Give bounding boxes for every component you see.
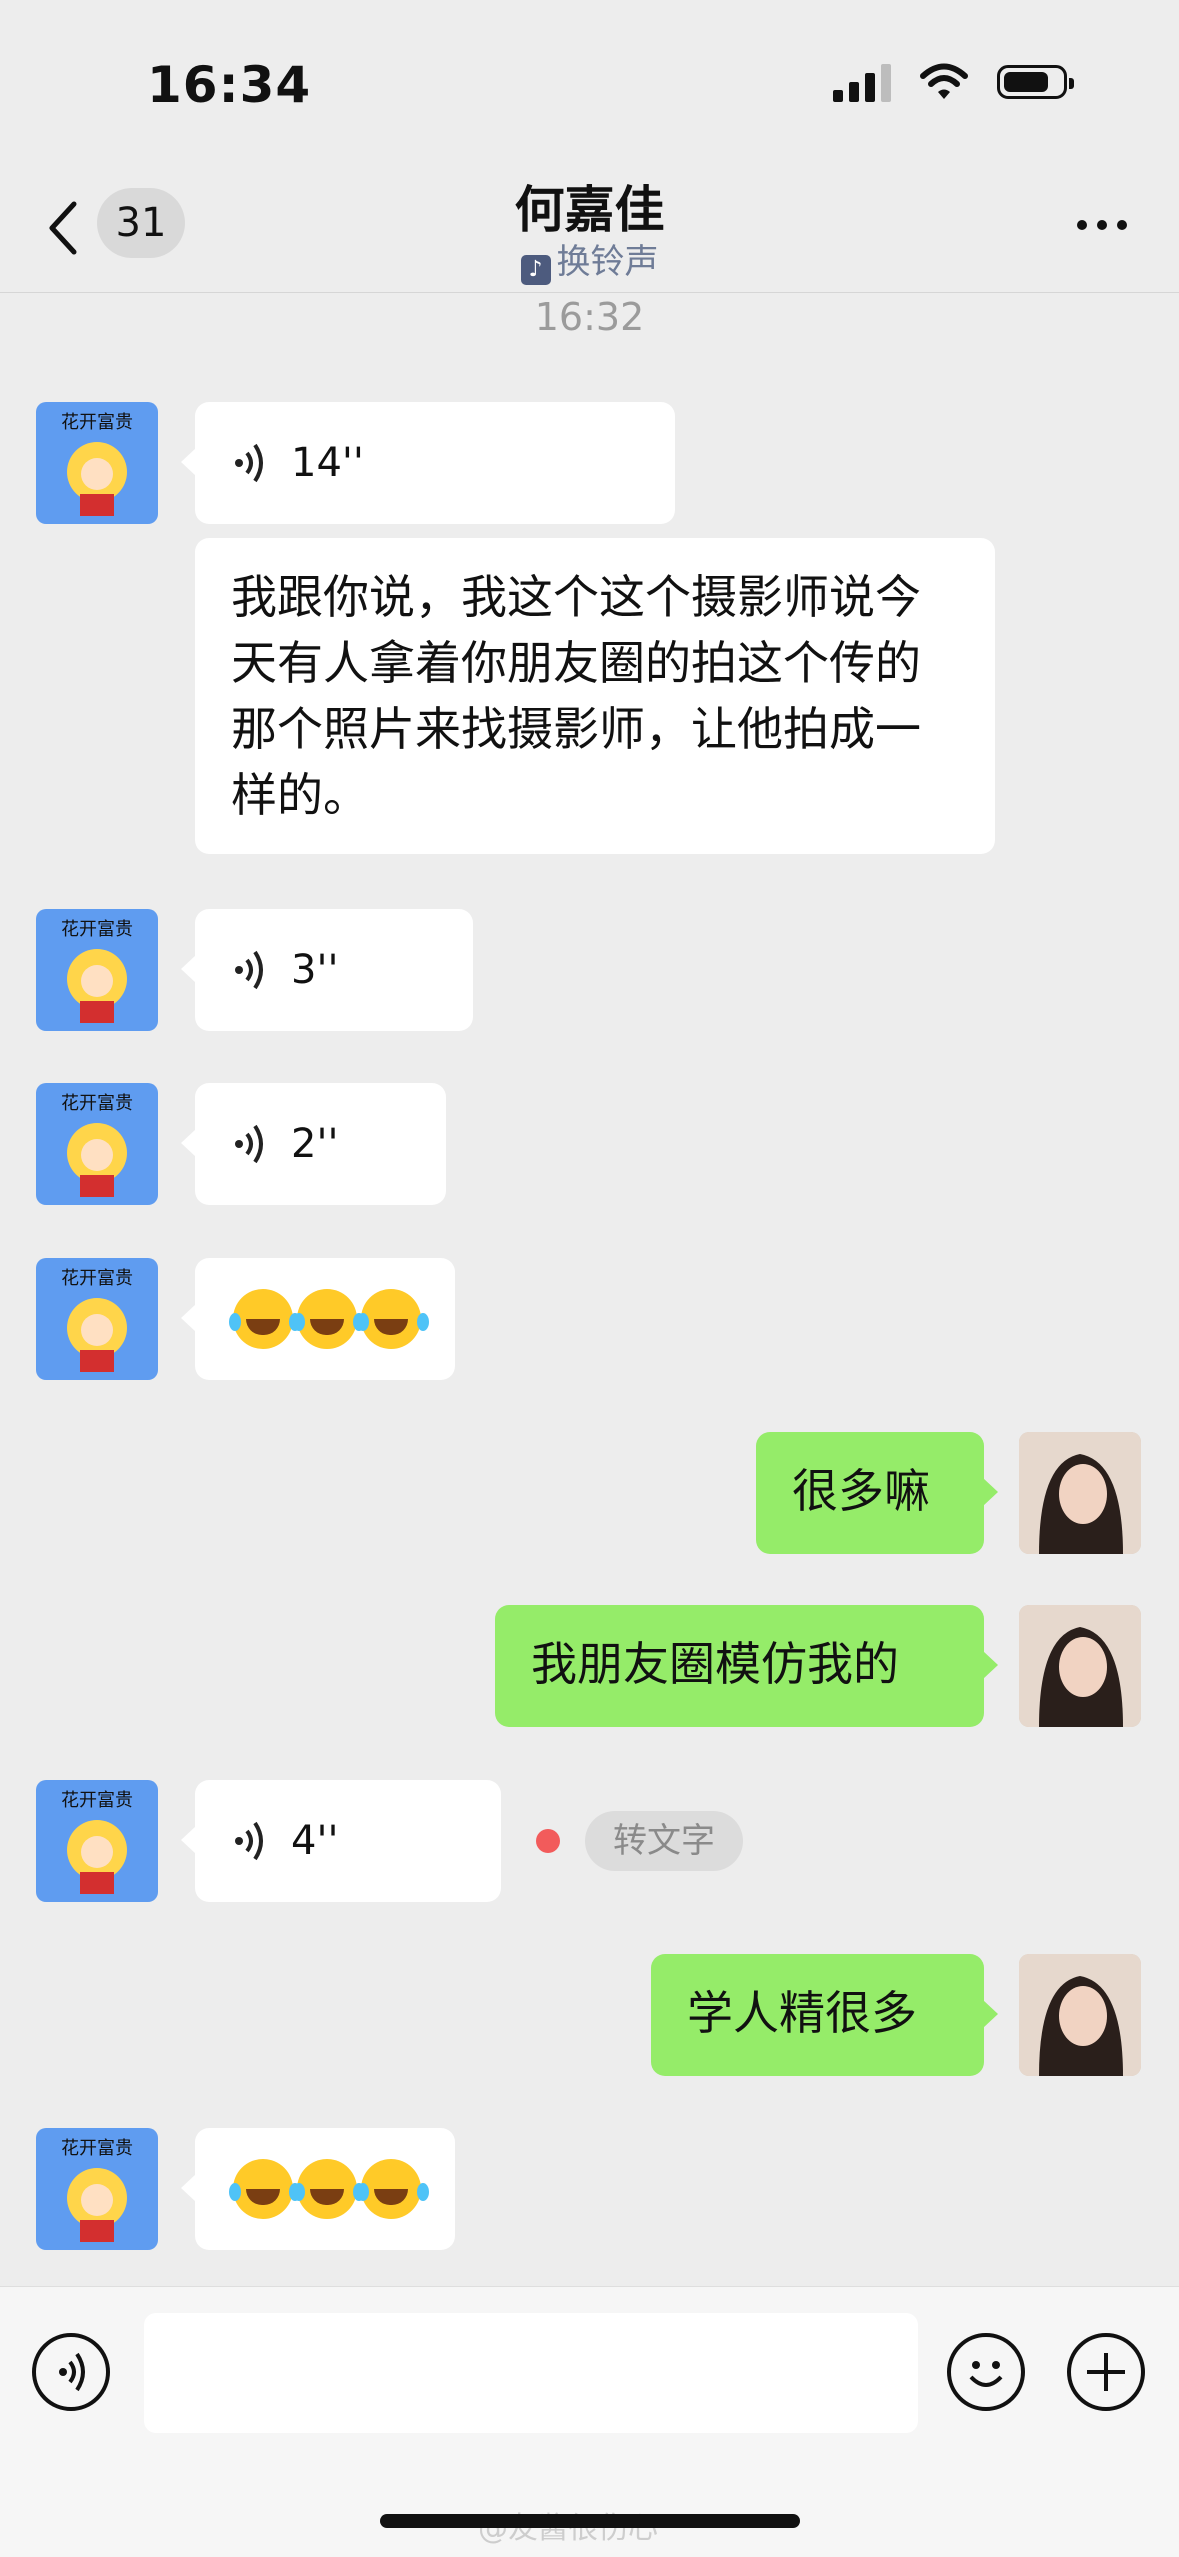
voice-message[interactable]: 3'': [181, 909, 473, 1031]
my-text-message[interactable]: 学人精很多: [651, 1954, 998, 2076]
laugh-cry-emoji-icon: [293, 1289, 357, 1349]
time-separator: 16:32: [534, 295, 645, 339]
voice-duration: 2'': [291, 1121, 339, 1167]
message-text: 我朋友圈模仿我的: [531, 1637, 899, 1691]
ringtone-label: 换铃声: [556, 242, 659, 282]
ringtone-link[interactable]: ♪ 换铃声: [0, 234, 1179, 285]
svg-text:花开富贵: 花开富贵: [61, 1268, 133, 1289]
voice-input-icon[interactable]: [32, 2333, 110, 2411]
message-text: 学人精很多: [687, 1986, 917, 2040]
my-text-message[interactable]: 很多嘛: [756, 1432, 998, 1554]
voice-message[interactable]: 2'': [181, 1083, 446, 1205]
signal-icon: [833, 62, 891, 102]
contact-avatar[interactable]: 花开富贵: [36, 1780, 158, 1902]
chat-title: 何嘉佳: [514, 181, 665, 239]
contact-avatar[interactable]: 花开富贵: [36, 909, 158, 1031]
contact-avatar[interactable]: 花开富贵: [36, 1083, 158, 1205]
wifi-icon: [920, 63, 968, 99]
emoji-message[interactable]: [181, 2128, 455, 2250]
chat-header: 31 何嘉佳 ♪ 换铃声: [0, 150, 1179, 293]
voice-message[interactable]: 4'': [181, 1780, 501, 1902]
my-text-message[interactable]: 我朋友圈模仿我的: [495, 1605, 998, 1727]
laugh-cry-emoji-icon: [229, 1289, 293, 1349]
message-text: 很多嘛: [792, 1464, 930, 1518]
more-options-icon[interactable]: [1077, 220, 1127, 230]
my-avatar[interactable]: [1019, 1954, 1141, 2076]
text-message[interactable]: 我跟你说，我这个这个摄影师说今天有人拿着你朋友圈的拍这个传的那个照片来找摄影师，…: [195, 538, 995, 854]
voice-wave-icon: [235, 443, 263, 483]
music-note-icon: ♪: [520, 255, 551, 285]
voice-duration: 3'': [291, 947, 339, 993]
svg-text:花开富贵: 花开富贵: [61, 2138, 133, 2159]
contact-avatar[interactable]: 花开富贵: [36, 402, 158, 524]
plus-icon[interactable]: [1067, 2333, 1145, 2411]
voice-duration: 4'': [291, 1818, 339, 1864]
voice-message[interactable]: 14'': [181, 402, 675, 524]
my-avatar[interactable]: [1019, 1605, 1141, 1727]
laugh-cry-emoji-icon: [357, 2159, 421, 2219]
emoji-message[interactable]: [181, 1258, 455, 1380]
laugh-cry-emoji-icon: [357, 1289, 421, 1349]
contact-avatar[interactable]: 花开富贵: [36, 2128, 158, 2250]
battery-icon: [997, 65, 1074, 99]
svg-text:花开富贵: 花开富贵: [61, 919, 133, 940]
svg-text:花开富贵: 花开富贵: [61, 412, 133, 433]
unplayed-dot: [536, 1829, 560, 1853]
voice-wave-icon: [235, 950, 263, 990]
message-input[interactable]: [144, 2313, 918, 2433]
status-time: 16:34: [147, 56, 312, 114]
laugh-cry-emoji-icon: [229, 2159, 293, 2219]
svg-text:花开富贵: 花开富贵: [61, 1093, 133, 1114]
battery-fill: [1004, 72, 1048, 92]
contact-avatar[interactable]: 花开富贵: [36, 1258, 158, 1380]
voice-wave-icon: [235, 1821, 263, 1861]
voice-duration: 14'': [291, 440, 364, 486]
home-indicator[interactable]: [380, 2514, 800, 2528]
smile-icon[interactable]: [947, 2333, 1025, 2411]
status-bar: 16:34: [0, 0, 1179, 150]
message-text: 我跟你说，我这个这个摄影师说今天有人拿着你朋友圈的拍这个传的那个照片来找摄影师，…: [231, 570, 921, 822]
status-icons: [833, 62, 1074, 102]
svg-text:花开富贵: 花开富贵: [61, 1790, 133, 1811]
my-avatar[interactable]: [1019, 1432, 1141, 1554]
voice-wave-icon: [235, 1124, 263, 1164]
convert-to-text-button[interactable]: 转文字: [585, 1811, 743, 1871]
laugh-cry-emoji-icon: [293, 2159, 357, 2219]
